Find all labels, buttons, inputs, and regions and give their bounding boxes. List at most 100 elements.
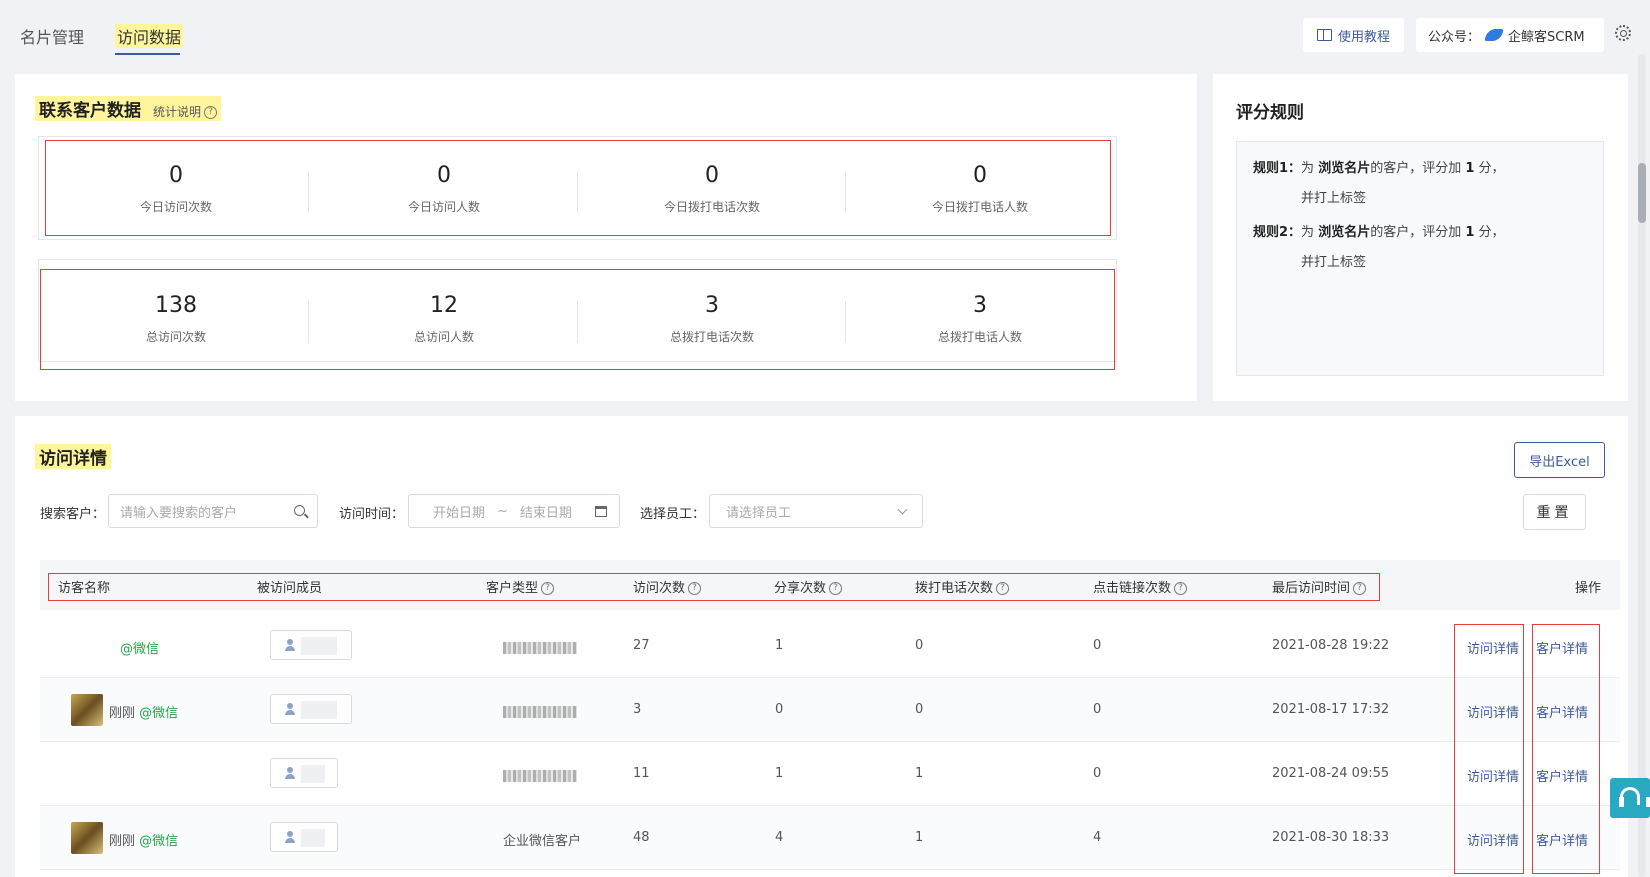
visitor-name: 刚刚 @微信 [109, 706, 179, 721]
stat-today-calls: 0 今日拨打电话次数 [663, 163, 760, 214]
tutorial-label: 使用教程 [1337, 29, 1390, 45]
table-row: @微信 27 1 0 0 2021-08-28 19:22 访问详情 客户详情 [40, 614, 1620, 678]
chevron-down-icon [897, 504, 908, 515]
visit-count: 27 [633, 638, 650, 653]
today-stats-box: 0 今日访问次数 0 今日访问人数 0 今日拨打电话次数 0 今日拨打电话人数 [45, 140, 1111, 236]
stat-total-visits: 138 总访问次数 [145, 293, 206, 344]
tab-card-management[interactable]: 名片管理 [20, 24, 84, 48]
member-name-redacted [301, 637, 337, 655]
stat-today-visits: 0 今日访问次数 [139, 163, 212, 214]
user-icon [285, 703, 295, 715]
divider [308, 171, 309, 213]
rules-box: 规则1：为 浏览名片的客户，评分加 1 分， 并打上标签 规则2：为 浏览名片的… [1236, 141, 1604, 376]
customer-type: 企业微信客户 [503, 834, 582, 849]
search-icon [294, 505, 305, 516]
actions-highlight-box [1532, 624, 1600, 874]
date-separator: ~ [497, 503, 508, 519]
customer-type-redacted [503, 768, 577, 783]
scrollbar-thumb[interactable] [1638, 163, 1646, 223]
tutorial-button[interactable]: 使用教程 [1303, 18, 1404, 52]
stats-hint[interactable]: 统计说明? [153, 105, 218, 119]
scoring-rules-panel: 评分规则 规则1：为 浏览名片的客户，评分加 1 分， 并打上标签 规则2：为 … [1213, 74, 1628, 401]
rule-1: 规则1：为 浏览名片的客户，评分加 1 分， 并打上标签 [1253, 161, 1505, 206]
share-count: 1 [775, 766, 784, 781]
account-switcher[interactable]: 公众号： 企鲸客SCRM [1416, 18, 1604, 52]
user-icon [285, 639, 295, 651]
account-prefix: 公众号： [1428, 29, 1481, 45]
search-input[interactable]: 请输入要搜索的客户 [108, 494, 318, 528]
call-count: 1 [915, 830, 924, 845]
rules-title: 评分规则 [1236, 103, 1304, 123]
user-icon [285, 767, 295, 779]
share-count: 0 [775, 702, 784, 717]
last-visit-time: 2021-08-30 18:33 [1272, 830, 1390, 845]
time-label: 访问时间： [339, 507, 405, 522]
help-icon: ? [204, 106, 218, 119]
member-name-redacted [301, 701, 337, 719]
staff-label: 选择员工： [640, 507, 706, 522]
member-name-redacted [301, 829, 325, 847]
call-count: 1 [915, 766, 924, 781]
export-excel-button[interactable]: 导出Excel [1514, 442, 1605, 478]
header-highlight-box [48, 573, 1380, 601]
table-row: 刚刚 @微信 3 0 0 0 2021-08-17 17:32 访问详情 客户详… [40, 678, 1620, 742]
visitor-avatar [71, 694, 103, 726]
account-name: 企鲸客SCRM [1508, 29, 1585, 45]
stat-total-calls: 3 总拨打电话次数 [669, 293, 754, 344]
click-count: 4 [1093, 830, 1102, 845]
col-actions: 操作 [1575, 581, 1602, 596]
visitor-name: 刚刚 @微信 [109, 834, 179, 849]
gear-icon[interactable] [1615, 25, 1631, 41]
visitor-source: @微信 [120, 642, 160, 657]
member-tag[interactable] [270, 822, 338, 852]
share-count: 4 [775, 830, 784, 845]
date-range-picker[interactable]: 开始日期 ~ 结束日期 [408, 494, 620, 528]
active-tab-indicator [115, 53, 180, 55]
tab-visit-data[interactable]: 访问数据 [115, 24, 184, 48]
last-visit-time: 2021-08-24 09:55 [1272, 766, 1390, 781]
customer-service-button[interactable] [1610, 778, 1650, 818]
contact-stats-title: 联系客户数据 统计说明? [35, 96, 222, 121]
stat-today-callers: 0 今日拨打电话人数 [931, 163, 1028, 214]
contact-stats-panel: 联系客户数据 统计说明? 0 今日访问次数 0 今日访问人数 0 今日拨打电话次数 0今… [15, 74, 1197, 401]
divider [845, 171, 846, 213]
member-tag[interactable] [270, 630, 352, 660]
divider [308, 301, 309, 343]
top-bar: 名片管理 访问数据 使用教程 公众号： 企鲸客SCRM [0, 0, 1650, 70]
visit-count: 3 [633, 702, 642, 717]
staff-select[interactable]: 请选择员工 [709, 494, 923, 528]
book-icon [1316, 29, 1332, 41]
table-row: 11 1 1 0 2021-08-24 09:55 访问详情 客户详情 [40, 742, 1620, 806]
member-tag[interactable] [270, 694, 352, 724]
call-count: 0 [915, 638, 924, 653]
visit-count: 11 [633, 766, 650, 781]
divider [577, 301, 578, 343]
divider [577, 171, 578, 213]
member-name-redacted [301, 765, 325, 783]
whale-logo-icon [1484, 29, 1504, 41]
calendar-icon [595, 506, 607, 517]
stat-total-callers: 3 总拨打电话人数 [937, 293, 1022, 344]
last-visit-time: 2021-08-17 17:32 [1272, 702, 1390, 717]
search-label: 搜索客户： [40, 507, 106, 522]
member-tag[interactable] [270, 758, 338, 788]
end-date[interactable]: 结束日期 [520, 502, 572, 521]
stat-today-visitors: 0 今日访问人数 [407, 163, 480, 214]
actions-highlight-box [1454, 624, 1524, 874]
click-count: 0 [1093, 702, 1102, 717]
table-row: 刚刚 @微信 企业微信客户 48 4 1 4 2021-08-30 18:33 … [40, 806, 1620, 870]
visitor-avatar [71, 822, 103, 854]
customer-type-redacted [503, 640, 577, 655]
reset-button[interactable]: 重置 [1523, 494, 1586, 530]
visit-details-panel: 访问详情 导出Excel 搜索客户： 请输入要搜索的客户 访问时间： 开始日期 … [15, 416, 1628, 877]
click-count: 0 [1093, 638, 1102, 653]
headset-icon [1619, 787, 1650, 807]
user-icon [285, 831, 295, 843]
start-date[interactable]: 开始日期 [433, 502, 485, 521]
rule-2: 规则2：为 浏览名片的客户，评分加 1 分， 并打上标签 [1253, 225, 1505, 270]
total-stats-box: 138 总访问次数 12 总访问人数 3 总拨打电话次数 3 总拨打电话人数 [40, 269, 1115, 370]
last-visit-time: 2021-08-28 19:22 [1272, 638, 1390, 653]
stat-total-visitors: 12 总访问人数 [413, 293, 474, 344]
click-count: 0 [1093, 766, 1102, 781]
visit-count: 48 [633, 830, 650, 845]
